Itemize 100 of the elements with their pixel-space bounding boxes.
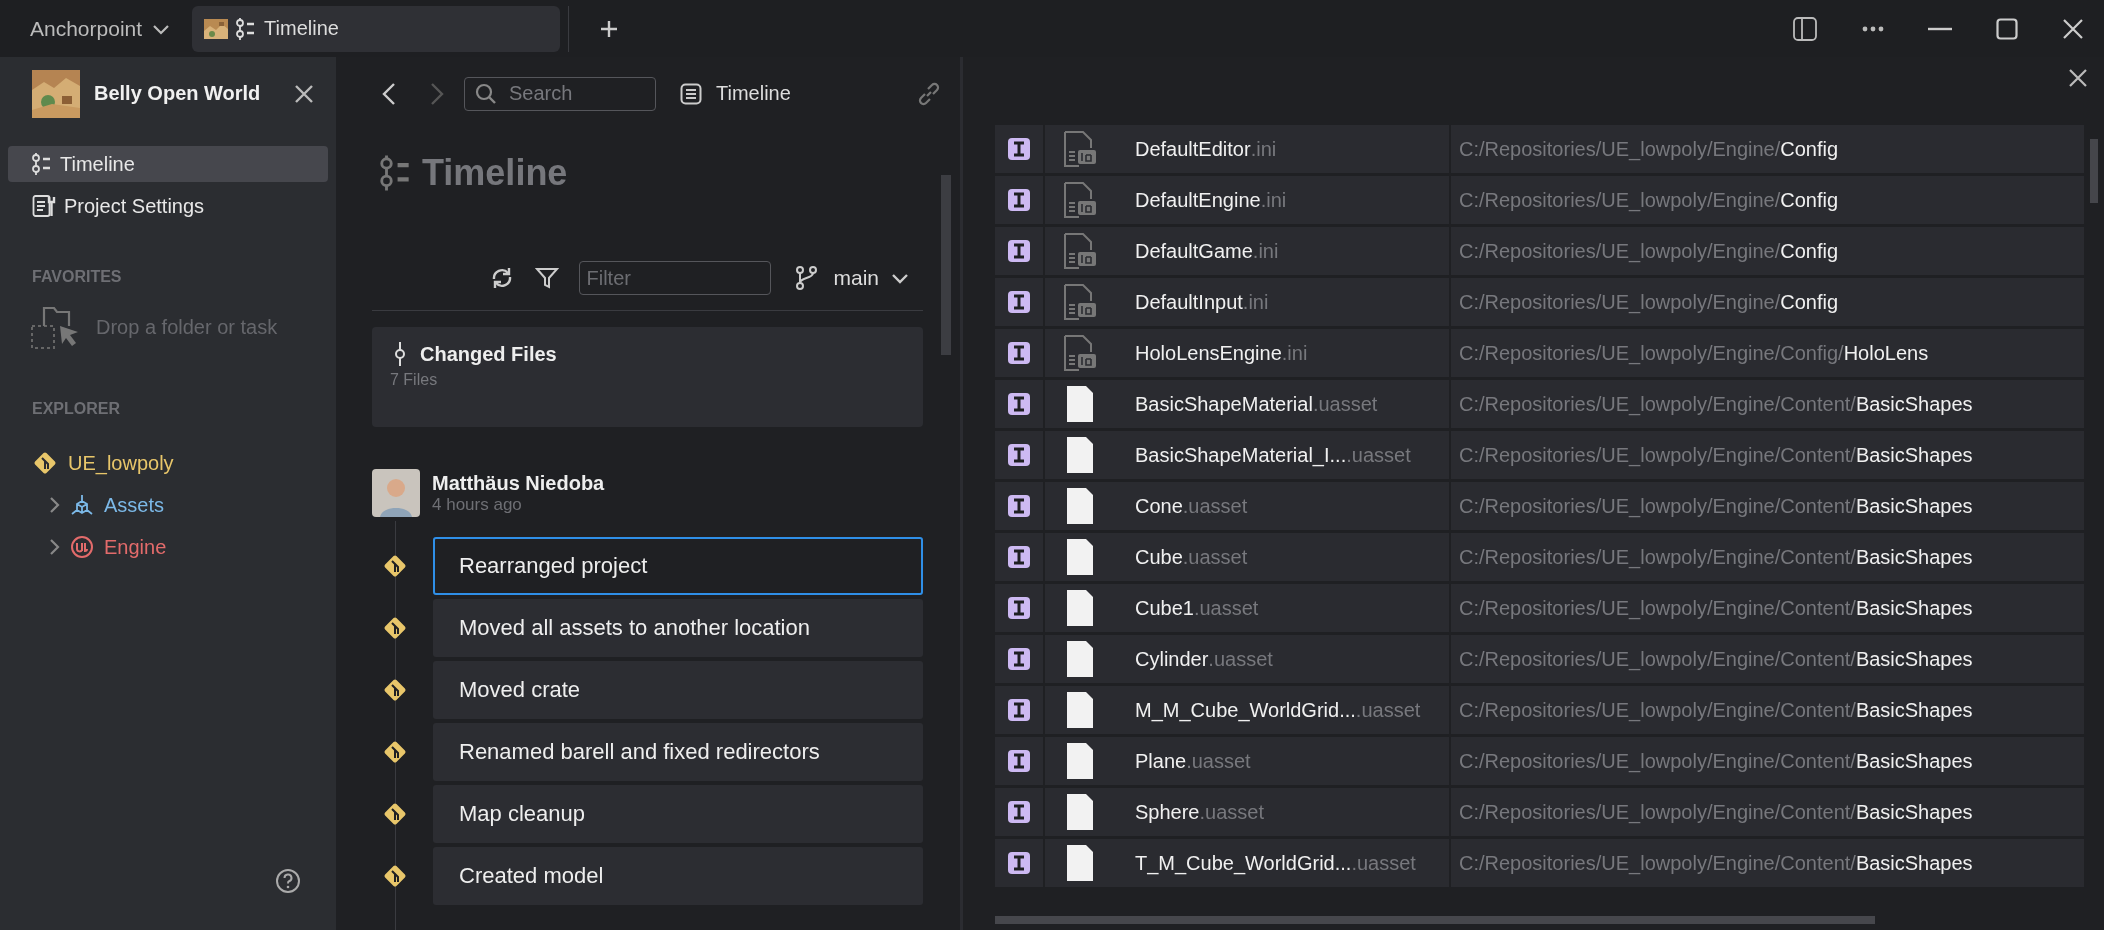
file-row[interactable]: T_M_Cube_WorldGrid....uasset C:/Repositories/UE_lowpoly/Engine/Content/BasicShapes (995, 839, 2084, 887)
commit-time: 4 hours ago (432, 494, 523, 515)
file-icon (1066, 691, 1094, 729)
file-name: BasicShapeMaterial.uasset (1115, 380, 1451, 428)
file-path: C:/Repositories/UE_lowpoly/Engine/Content/BasicShapes (1458, 749, 1974, 773)
minimize-icon[interactable] (1928, 26, 1952, 31)
breadcrumb: Timeline (716, 82, 791, 105)
file-name: DefaultInput.ini (1115, 278, 1451, 326)
file-name: DefaultGame.ini (1115, 227, 1451, 275)
file-row[interactable]: M_M_Cube_WorldGrid....uasset C:/Repositories/UE_lowpoly/Engine/Content/BasicShapes (995, 686, 2084, 734)
file-icon (1066, 793, 1094, 831)
config-file-icon (1063, 334, 1097, 372)
file-path: C:/Repositories/UE_lowpoly/Engine/Config/HoloLens (1458, 341, 1930, 365)
more-icon[interactable] (1862, 25, 1884, 32)
file-row[interactable]: DefaultEditor.ini C:/Repositories/UE_lowpoly/Engine/Config (995, 125, 2084, 173)
file-icon (1066, 640, 1094, 678)
chevron-down-icon (152, 22, 171, 35)
timeline-icon (380, 154, 412, 192)
file-path: C:/Repositories/UE_lowpoly/Engine/Config (1458, 239, 1840, 263)
search-field[interactable]: Search (464, 76, 656, 111)
file-path: C:/Repositories/UE_lowpoly/Engine/Content/BasicShapes (1458, 698, 1974, 722)
file-name: Cylinder.uasset (1115, 635, 1451, 683)
filter-icon[interactable] (535, 266, 560, 290)
text-cursor-icon (1008, 546, 1030, 568)
file-row[interactable]: DefaultInput.ini C:/Repositories/UE_lowpoly/Engine/Config (995, 278, 2084, 326)
file-row[interactable]: HoloLensEngine.ini C:/Repositories/UE_lowpoly/Engine/Config/HoloLens (995, 329, 2084, 377)
commit-item[interactable]: Moved all assets to another location (433, 599, 923, 657)
project-name: Belly Open World (94, 82, 262, 105)
file-path: C:/Repositories/UE_lowpoly/Engine/Content/BasicShapes (1458, 494, 1974, 518)
file-count: 7 Files (390, 371, 439, 389)
nav-item[interactable]: Timeline (8, 146, 328, 182)
file-row[interactable]: Plane.uasset C:/Repositories/UE_lowpoly/Engine/Content/BasicShapes (995, 737, 2084, 785)
file-row[interactable]: Cube1.uasset C:/Repositories/UE_lowpoly/Engine/Content/BasicShapes (995, 584, 2084, 632)
horizontal-scrollbar[interactable] (995, 916, 1875, 924)
file-path: C:/Repositories/UE_lowpoly/Engine/Content/BasicShapes (1458, 851, 1974, 875)
file-name: DefaultEngine.ini (1115, 176, 1451, 224)
file-path: C:/Repositories/UE_lowpoly/Engine/Content/BasicShapes (1458, 596, 1974, 620)
file-icon (1066, 742, 1094, 780)
text-cursor-icon (1008, 393, 1030, 415)
file-row[interactable]: DefaultGame.ini C:/Repositories/UE_lowpoly/Engine/Config (995, 227, 2084, 275)
file-row[interactable]: Cylinder.uasset C:/Repositories/UE_lowpoly/Engine/Content/BasicShapes (995, 635, 2084, 683)
file-row[interactable]: BasicShapeMaterial.uasset C:/Repositories/UE_lowpoly/Engine/Content/BasicShapes (995, 380, 2084, 428)
file-path: C:/Repositories/UE_lowpoly/Engine/Content/BasicShapes (1458, 800, 1974, 824)
help-icon[interactable] (275, 868, 301, 894)
close-icon[interactable] (2062, 17, 2084, 40)
text-cursor-icon (1008, 189, 1030, 211)
chevron-icon (48, 496, 60, 514)
changed-files-card[interactable]: Changed Files 7 Files (372, 327, 923, 427)
commit-item[interactable]: Rearranged project (433, 537, 923, 595)
close-icon[interactable] (2068, 68, 2088, 88)
timeline-icon (236, 16, 257, 41)
sidebar-toggle-icon[interactable] (1792, 15, 1818, 42)
text-cursor-icon (1008, 495, 1030, 517)
commit-item[interactable]: Created model (433, 847, 923, 905)
file-row[interactable]: Cone.uasset C:/Repositories/UE_lowpoly/Engine/Content/BasicShapes (995, 482, 2084, 530)
tree-item[interactable]: Assets (0, 484, 336, 526)
scrollbar-thumb[interactable] (2090, 139, 2098, 203)
timeline-icon (32, 152, 52, 176)
commit-item[interactable]: Moved crate (433, 661, 923, 719)
text-cursor-icon (1008, 699, 1030, 721)
file-row[interactable]: Sphere.uasset C:/Repositories/UE_lowpoly/Engine/Content/BasicShapes (995, 788, 2084, 836)
add-tab-icon[interactable] (599, 18, 620, 39)
file-row[interactable]: BasicShapeMaterial_I....uasset C:/Repositories/UE_lowpoly/Engine/Content/BasicShapes (995, 431, 2084, 479)
engine-logo-icon (70, 535, 94, 559)
page-title: Timeline (422, 152, 568, 194)
file-icon (1066, 538, 1094, 576)
file-name: Sphere.uasset (1115, 788, 1451, 836)
file-path: C:/Repositories/UE_lowpoly/Engine/Content/BasicShapes (1458, 647, 1974, 671)
tree-item[interactable]: UE_lowpoly (0, 442, 336, 484)
section-heading: FAVORITES (31, 268, 123, 286)
file-path: C:/Repositories/UE_lowpoly/Engine/Config (1458, 137, 1840, 161)
file-icon (1066, 385, 1094, 423)
filter-field[interactable]: Filter (579, 261, 772, 295)
commit-icon (394, 341, 406, 367)
link-icon[interactable] (916, 80, 942, 107)
file-path: C:/Repositories/UE_lowpoly/Engine/Config (1458, 290, 1840, 314)
branch-dropdown[interactable]: main (833, 266, 909, 290)
file-row[interactable]: DefaultEngine.ini C:/Repositories/UE_lowpoly/Engine/Config (995, 176, 2084, 224)
nav-item[interactable]: Project Settings (8, 188, 328, 224)
app-menu[interactable]: Anchorpoint (30, 16, 171, 41)
commit-item[interactable]: Map cleanup (433, 785, 923, 843)
timeline-tab[interactable]: Timeline (192, 5, 561, 52)
config-file-icon (1063, 181, 1097, 219)
branch-icon (795, 265, 820, 291)
file-name: Cube.uasset (1115, 533, 1451, 581)
commit-item[interactable]: Renamed barell and fixed redirectors (433, 723, 923, 781)
config-file-icon (1063, 130, 1097, 168)
config-file-icon (1063, 283, 1097, 321)
maximize-icon[interactable] (1996, 17, 2018, 40)
tree-item[interactable]: Engine (0, 526, 336, 568)
section-heading: EXPLORER (31, 400, 121, 418)
close-icon[interactable] (294, 83, 314, 104)
back-icon[interactable] (382, 81, 396, 106)
file-path: C:/Repositories/UE_lowpoly/Engine/Content/BasicShapes (1458, 443, 1974, 467)
file-icon (1066, 844, 1094, 882)
card-title: Changed Files (420, 342, 557, 366)
scrollbar-thumb[interactable] (941, 175, 951, 355)
file-row[interactable]: Cube.uasset C:/Repositories/UE_lowpoly/Engine/Content/BasicShapes (995, 533, 2084, 581)
text-cursor-icon (1008, 444, 1030, 466)
text-cursor-icon (1008, 597, 1030, 619)
